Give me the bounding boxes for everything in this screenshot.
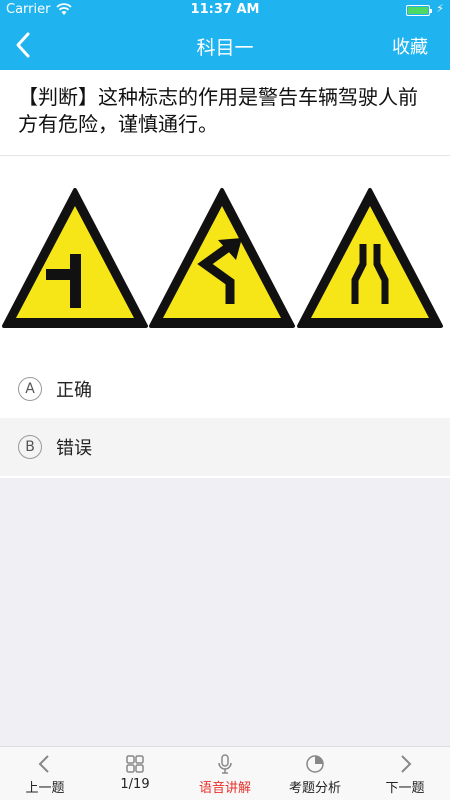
option-a[interactable]: A 正确 (0, 360, 450, 418)
option-letter: A (18, 377, 42, 401)
charging-icon: ⚡ (436, 2, 444, 15)
answer-options: A 正确 B 错误 (0, 360, 450, 476)
status-bar: Carrier 11:37 AM ⚡ (0, 0, 450, 20)
analysis-label: 考题分析 (288, 781, 341, 796)
curve-arrow-sign (149, 188, 295, 328)
back-chevron-icon[interactable] (8, 28, 42, 62)
chevron-left-icon (38, 755, 49, 773)
next-label: 下一题 (385, 781, 425, 796)
next-question-button[interactable]: 下一题 (360, 747, 450, 800)
bottom-toolbar: 上一题 1/19 语音讲解 考题分析 下一题 (0, 746, 450, 800)
favorite-button[interactable]: 收藏 (392, 33, 428, 59)
battery-icon (406, 5, 432, 16)
question-list-button[interactable]: 1/19 (90, 747, 180, 800)
question-analysis-button[interactable]: 考题分析 (270, 747, 360, 800)
navigation-bar: 科目一 收藏 (0, 20, 450, 70)
traffic-signs-image (2, 188, 443, 328)
previous-question-button[interactable]: 上一题 (0, 747, 90, 800)
progress-label: 1/19 (120, 777, 150, 792)
pie-chart-icon (306, 755, 324, 773)
carrier-label: Carrier (6, 2, 51, 17)
page-title: 科目一 (196, 37, 254, 59)
wifi-icon (56, 3, 72, 15)
voice-explanation-button[interactable]: 语音讲解 (180, 747, 270, 800)
option-text: 错误 (56, 438, 92, 459)
chevron-right-icon (401, 755, 412, 773)
option-b[interactable]: B 错误 (0, 418, 450, 476)
t-junction-sign (2, 188, 148, 328)
road-narrows-sign (297, 188, 443, 328)
option-letter: B (18, 435, 42, 459)
grid-icon (126, 755, 144, 773)
previous-label: 上一题 (25, 781, 65, 796)
voice-label: 语音讲解 (198, 781, 251, 796)
option-text: 正确 (56, 380, 92, 401)
question-panel: 【判断】这种标志的作用是警告车辆驾驶人前方有危险，谨慎通行。 A 正确 B 错误 (0, 70, 450, 478)
microphone-icon (218, 754, 232, 774)
question-text: 【判断】这种标志的作用是警告车辆驾驶人前方有危险，谨慎通行。 (0, 70, 450, 156)
